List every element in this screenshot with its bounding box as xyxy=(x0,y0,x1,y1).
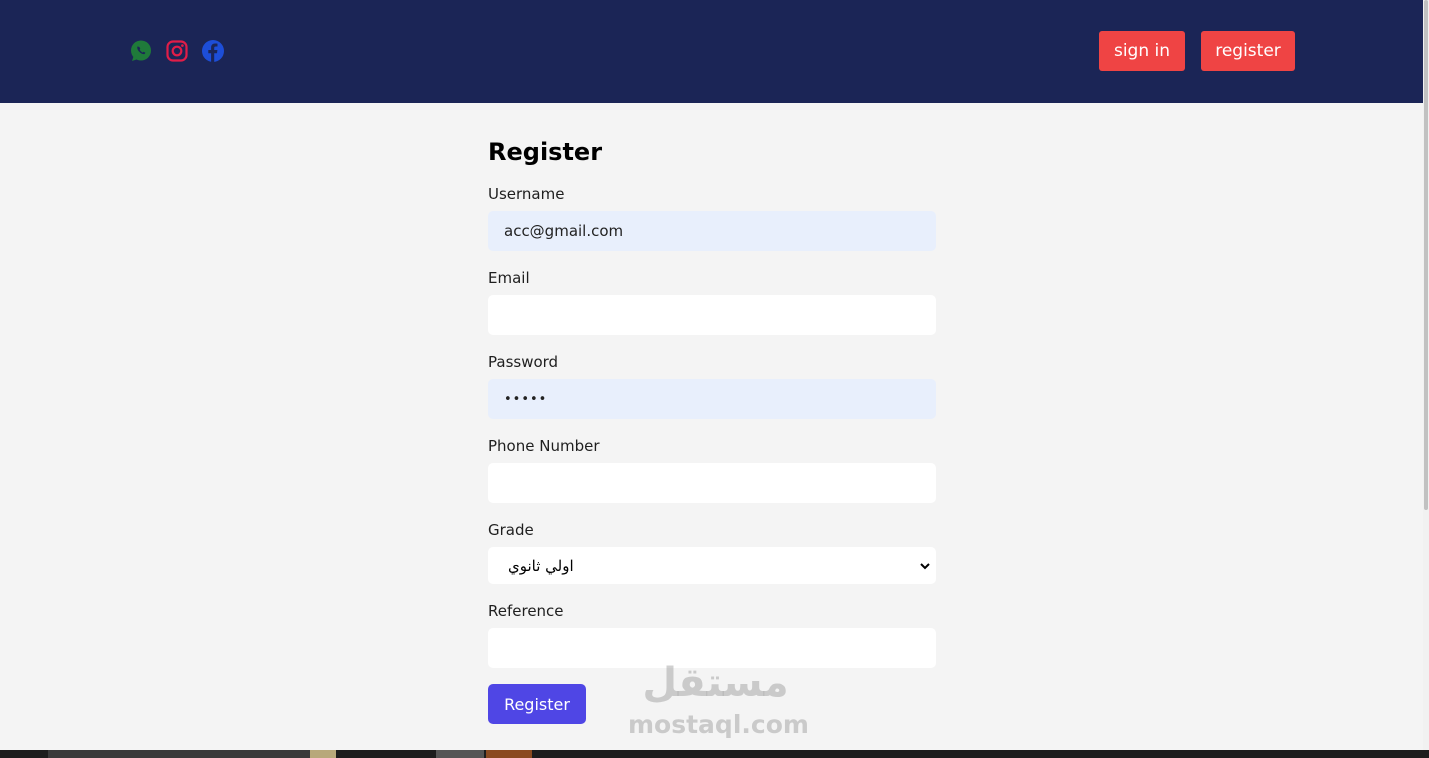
facebook-icon[interactable] xyxy=(201,39,225,63)
taskbar-item[interactable] xyxy=(486,750,532,758)
taskbar-item[interactable] xyxy=(310,750,336,758)
username-label: Username xyxy=(488,185,565,203)
whatsapp-icon[interactable] xyxy=(129,39,153,63)
register-submit-button[interactable]: Register xyxy=(488,684,586,724)
watermark-logo: مستقل mostaql.com xyxy=(628,656,809,740)
reference-input[interactable] xyxy=(488,628,936,668)
password-input[interactable]: ••••• xyxy=(488,379,936,419)
sign-in-button[interactable]: sign in xyxy=(1099,31,1185,71)
form-title: Register xyxy=(488,138,603,166)
taskbar-item[interactable] xyxy=(48,750,336,758)
password-label: Password xyxy=(488,353,559,371)
watermark-latin: mostaql.com xyxy=(628,710,809,739)
social-links xyxy=(129,39,225,63)
email-label: Email xyxy=(488,269,530,287)
register-nav-button[interactable]: register xyxy=(1201,31,1295,71)
instagram-icon[interactable] xyxy=(165,39,189,63)
phone-input[interactable] xyxy=(488,463,936,503)
scrollbar-thumb[interactable] xyxy=(1424,0,1428,510)
grade-label: Grade xyxy=(488,521,534,539)
phone-label: Phone Number xyxy=(488,437,600,455)
grade-selected-value: اولي ثانوي xyxy=(508,556,574,575)
reference-label: Reference xyxy=(488,602,564,620)
taskbar-item[interactable] xyxy=(436,750,484,758)
site-header: sign in register xyxy=(0,0,1423,103)
email-input[interactable] xyxy=(488,295,936,335)
grade-select[interactable]: اولي ثانوي xyxy=(488,547,936,584)
chevron-down-icon xyxy=(920,563,930,570)
username-input[interactable]: acc@gmail.com xyxy=(488,211,936,251)
os-taskbar xyxy=(0,750,1429,758)
page-scrollbar[interactable] xyxy=(1423,0,1429,750)
register-form: Register Username acc@gmail.com Email Pa… xyxy=(488,137,936,724)
